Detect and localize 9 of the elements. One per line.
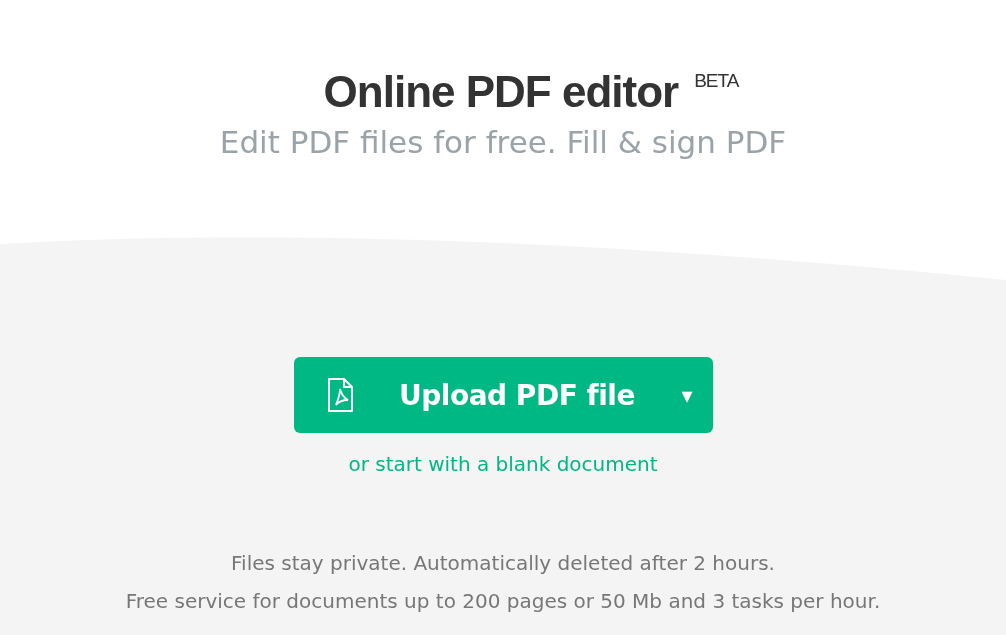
page-title: Online PDF editor xyxy=(323,66,679,118)
info-text: Files stay private. Automatically deleted after 2 hours. xyxy=(231,550,775,577)
upload-button[interactable]: Upload PDF file ▾ xyxy=(293,357,713,433)
pdf-file-icon xyxy=(326,378,353,412)
blank-document-link[interactable]: or start with a blank document xyxy=(348,452,658,476)
subtitle: Edit PDF files for free. Fill & sign PDF xyxy=(219,123,787,162)
info-text: Free service for documents up to 200 pages or 50 Mb and 3 tasks per hour. xyxy=(125,588,881,615)
beta-label: BETA xyxy=(694,70,739,92)
caret-icon[interactable]: ▾ xyxy=(681,382,693,408)
